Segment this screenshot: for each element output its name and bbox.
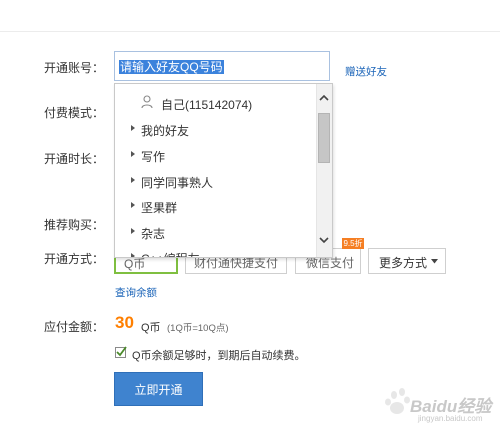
duration-label: 开通时长： bbox=[44, 152, 105, 166]
gift-friend-link[interactable]: 赠送好友 bbox=[345, 64, 387, 79]
expand-triangle-icon bbox=[131, 202, 135, 208]
watermark-url: jingyan.baidu.com bbox=[418, 414, 483, 423]
expand-triangle-icon bbox=[131, 228, 135, 234]
friend-group-label: 我的好友 bbox=[141, 124, 190, 138]
account-input[interactable]: 请输入好友QQ号码 bbox=[114, 51, 330, 81]
person-icon bbox=[141, 95, 153, 109]
friend-group-label: 坚果群 bbox=[141, 201, 178, 215]
amount-unit: Q币 bbox=[141, 322, 161, 334]
friend-item-self[interactable]: 自己(115142074) bbox=[115, 91, 315, 115]
friend-group-label: C++编程友 bbox=[141, 250, 200, 257]
caret-down-icon bbox=[431, 259, 438, 264]
friend-group-label: 杂志 bbox=[141, 227, 166, 241]
friend-dropdown[interactable]: 自己(115142074) 我的好友 写作 同学同事熟人 坚果群 杂志 C++编… bbox=[114, 83, 333, 258]
scrollbar-track[interactable] bbox=[316, 84, 332, 257]
account-label: 开通账号： bbox=[44, 61, 105, 75]
friend-group-item[interactable]: 我的好友 bbox=[115, 117, 315, 141]
pay-mode-label: 付费模式： bbox=[44, 106, 105, 120]
friend-list: 自己(115142074) 我的好友 写作 同学同事熟人 坚果群 杂志 C++编… bbox=[115, 84, 315, 257]
check-balance-link[interactable]: 查询余额 bbox=[115, 285, 157, 300]
more-methods-dropdown[interactable]: 更多方式 bbox=[368, 248, 446, 274]
amount-value: 30 bbox=[115, 313, 134, 332]
recommend-label: 推荐购买： bbox=[44, 218, 105, 232]
top-divider bbox=[0, 31, 500, 32]
expand-triangle-icon bbox=[131, 253, 135, 257]
scroll-down-icon[interactable] bbox=[319, 237, 329, 244]
auto-renew-checkbox[interactable] bbox=[115, 346, 127, 358]
friend-group-item[interactable]: 同学同事熟人 bbox=[115, 169, 315, 193]
friend-group-item[interactable]: C++编程友 bbox=[115, 245, 315, 257]
scrollbar-thumb[interactable] bbox=[318, 113, 330, 163]
open-now-button[interactable]: 立即开通 bbox=[114, 372, 203, 406]
friend-group-item[interactable]: 坚果群 bbox=[115, 194, 315, 218]
scroll-up-icon[interactable] bbox=[319, 94, 329, 101]
account-input-selected-text: 请输入好友QQ号码 bbox=[119, 60, 224, 74]
expand-triangle-icon bbox=[131, 125, 135, 131]
more-methods-label: 更多方式 bbox=[379, 256, 428, 270]
friend-group-label: 同学同事熟人 bbox=[141, 176, 214, 190]
method-label: 开通方式： bbox=[44, 252, 105, 266]
friend-group-item[interactable]: 写作 bbox=[115, 143, 315, 167]
expand-triangle-icon bbox=[131, 177, 135, 183]
checkmark-icon bbox=[116, 346, 127, 357]
expand-triangle-icon bbox=[131, 151, 135, 157]
auto-renew-label: Q币余额足够时，到期后自动续费。 bbox=[132, 350, 306, 362]
sale-badge: 9.5折 bbox=[342, 238, 364, 249]
amount-label: 应付金额： bbox=[44, 320, 105, 334]
amount-note: (1Q币=10Q点) bbox=[167, 323, 229, 334]
friend-group-label: 写作 bbox=[141, 150, 166, 164]
friend-item-label: 自己(115142074) bbox=[161, 98, 253, 112]
friend-group-item[interactable]: 杂志 bbox=[115, 220, 315, 244]
